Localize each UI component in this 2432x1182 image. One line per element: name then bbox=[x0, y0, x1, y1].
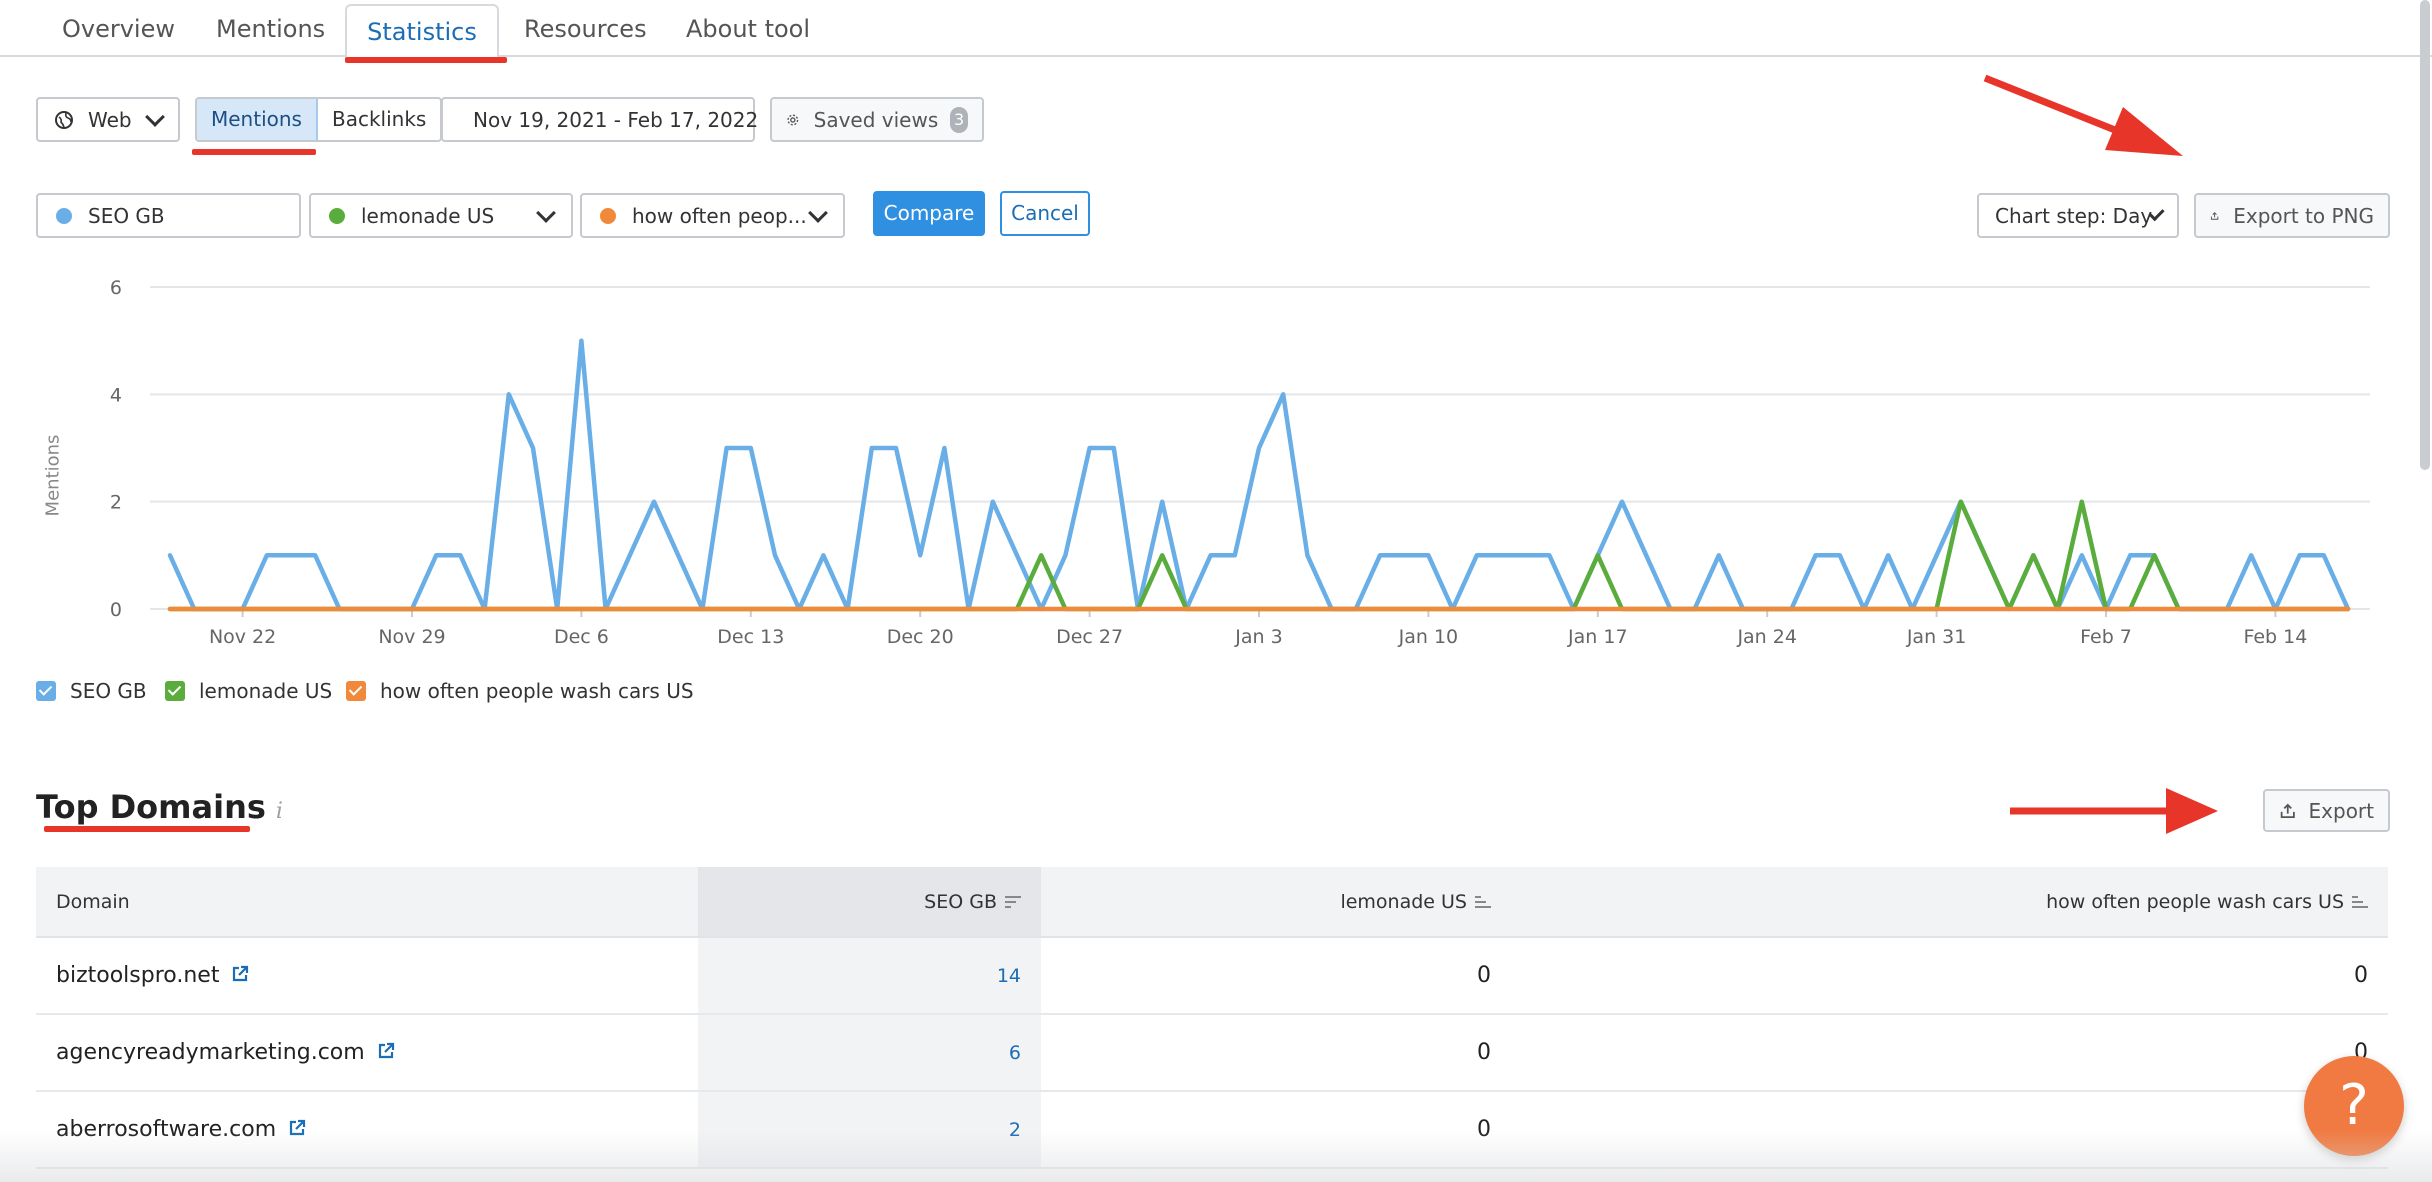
column-header-wash-cars-us-label: how often people wash cars US bbox=[2046, 890, 2344, 913]
sort-icon bbox=[1005, 895, 1021, 908]
upload-icon bbox=[2280, 803, 2295, 818]
chevron-down-icon bbox=[536, 202, 556, 223]
seo-gb-count-link[interactable]: 2 bbox=[1009, 1119, 1021, 1141]
legend-item-lemonade-us[interactable]: lemonade US bbox=[165, 676, 332, 706]
wash-count-cell: 0 bbox=[1511, 1091, 2388, 1169]
help-button[interactable]: ? bbox=[2304, 1056, 2404, 1156]
x-tick-label: Jan 24 bbox=[1736, 626, 1797, 648]
query-dropdown-3[interactable]: how often peop... bbox=[580, 193, 845, 238]
x-tick-label: Dec 6 bbox=[554, 626, 609, 648]
annotation-underline-top-domains bbox=[44, 826, 250, 832]
x-tick-label: Dec 13 bbox=[717, 626, 784, 648]
lemonade-count-cell: 0 bbox=[1041, 1014, 1511, 1092]
series-line-seo-gb bbox=[167, 338, 2351, 612]
annotation-arrowhead-top bbox=[2105, 107, 2183, 156]
legend-item-seo-gb[interactable]: SEO GB bbox=[36, 676, 147, 706]
top-domains-title: Top Domains i bbox=[36, 788, 283, 826]
y-tick-label: 6 bbox=[110, 277, 122, 299]
seo-gb-count-cell[interactable]: 14 bbox=[698, 937, 1041, 1015]
series-color-dot-orange bbox=[600, 207, 616, 224]
external-link-icon[interactable] bbox=[231, 965, 249, 983]
table-header-row: Domain SEO GB lemonade US how often peop… bbox=[36, 867, 2388, 938]
wash-count-cell: 0 bbox=[1511, 937, 2388, 1015]
x-tick-label: Jan 3 bbox=[1234, 626, 1282, 648]
x-tick-label: Dec 20 bbox=[887, 626, 954, 648]
sort-icon bbox=[1475, 895, 1491, 908]
cancel-button[interactable]: Cancel bbox=[1000, 191, 1090, 236]
x-tick-label: Jan 17 bbox=[1567, 626, 1628, 648]
table-row: biztoolspro.net 14 0 0 bbox=[36, 937, 2388, 1015]
x-tick-label: Feb 14 bbox=[2243, 626, 2307, 648]
y-tick-label: 4 bbox=[110, 384, 122, 406]
table-row: agencyreadymarketing.com 6 0 0 bbox=[36, 1014, 2388, 1092]
column-header-domain: Domain bbox=[36, 867, 698, 938]
lemonade-count-cell: 0 bbox=[1041, 1091, 1511, 1169]
series-color-dot-green bbox=[329, 207, 345, 224]
x-tick-label: Dec 27 bbox=[1056, 626, 1123, 648]
query-input-1[interactable]: SEO GB bbox=[36, 193, 301, 238]
compare-button[interactable]: Compare bbox=[873, 191, 985, 236]
query-1-label: SEO GB bbox=[88, 203, 165, 228]
chart-step-dropdown[interactable]: Chart step: Day bbox=[1977, 193, 2179, 238]
export-png-button[interactable]: Export to PNG bbox=[2194, 193, 2390, 238]
query-2-label: lemonade US bbox=[361, 203, 495, 228]
legend-item-wash-cars-us[interactable]: how often people wash cars US bbox=[346, 676, 694, 706]
domain-link[interactable]: biztoolspro.net bbox=[56, 963, 219, 988]
lemonade-count-cell: 0 bbox=[1041, 937, 1511, 1015]
upload-icon bbox=[2210, 211, 2219, 220]
seo-gb-count-link[interactable]: 6 bbox=[1009, 1042, 1021, 1064]
export-png-label: Export to PNG bbox=[2233, 203, 2374, 228]
query-dropdown-2[interactable]: lemonade US bbox=[309, 193, 573, 238]
y-tick-label: 0 bbox=[110, 599, 122, 621]
seo-gb-count-cell[interactable]: 6 bbox=[698, 1014, 1041, 1092]
x-tick-label: Nov 29 bbox=[378, 626, 445, 648]
chevron-down-icon bbox=[808, 202, 828, 223]
legend-checkbox-green[interactable] bbox=[165, 681, 185, 701]
series-color-dot-blue bbox=[56, 207, 72, 224]
mentions-line-chart: 6 4 2 0 Nov 22 Nov 29 Dec 6 Dec 13 Dec 20 Dec 27 J… bbox=[110, 277, 2370, 648]
export-button[interactable]: Export bbox=[2263, 789, 2390, 832]
column-header-wash-cars-us[interactable]: how often people wash cars US bbox=[1511, 867, 2388, 938]
column-header-seo-gb[interactable]: SEO GB bbox=[698, 867, 1041, 938]
x-tick-label: Jan 31 bbox=[1906, 626, 1967, 648]
domain-link[interactable]: aberrosoftware.com bbox=[56, 1117, 276, 1142]
export-label: Export bbox=[2308, 798, 2374, 823]
legend-label-lemonade-us: lemonade US bbox=[199, 679, 333, 703]
x-tick-label: Jan 10 bbox=[1398, 626, 1459, 648]
external-link-icon[interactable] bbox=[288, 1119, 306, 1137]
domain-cell[interactable]: biztoolspro.net bbox=[36, 937, 698, 1015]
info-icon[interactable]: i bbox=[276, 799, 283, 824]
x-tick-label: Nov 22 bbox=[209, 626, 276, 648]
wash-count-cell: 0 bbox=[1511, 1014, 2388, 1092]
seo-gb-count-link[interactable]: 14 bbox=[997, 965, 1021, 987]
legend-label-wash-cars-us: how often people wash cars US bbox=[380, 679, 694, 703]
table-row: aberrosoftware.com 2 0 0 bbox=[36, 1091, 2388, 1169]
domain-cell[interactable]: agencyreadymarketing.com bbox=[36, 1014, 698, 1092]
seo-gb-count-cell[interactable]: 2 bbox=[698, 1091, 1041, 1169]
legend-checkbox-blue[interactable] bbox=[36, 681, 56, 701]
query-3-label: how often peop... bbox=[632, 203, 807, 228]
y-tick-label: 2 bbox=[110, 492, 122, 514]
legend-label-seo-gb: SEO GB bbox=[70, 679, 147, 703]
sort-icon bbox=[2352, 895, 2368, 908]
column-header-lemonade-us[interactable]: lemonade US bbox=[1041, 867, 1511, 938]
domain-cell[interactable]: aberrosoftware.com bbox=[36, 1091, 698, 1169]
column-header-seo-gb-label: SEO GB bbox=[924, 890, 997, 913]
column-header-lemonade-us-label: lemonade US bbox=[1340, 890, 1467, 913]
legend-checkbox-orange[interactable] bbox=[346, 681, 366, 701]
chart-step-label: Chart step: Day bbox=[1995, 203, 2153, 228]
domain-link[interactable]: agencyreadymarketing.com bbox=[56, 1040, 365, 1065]
top-domains-table: Domain SEO GB lemonade US how often peop… bbox=[36, 867, 2388, 1169]
page-scrollbar[interactable] bbox=[2420, 0, 2430, 470]
x-tick-label: Feb 7 bbox=[2080, 626, 2132, 648]
external-link-icon[interactable] bbox=[377, 1042, 395, 1060]
top-domains-title-text: Top Domains bbox=[36, 788, 266, 826]
annotation-arrowhead-bottom bbox=[2166, 788, 2218, 834]
